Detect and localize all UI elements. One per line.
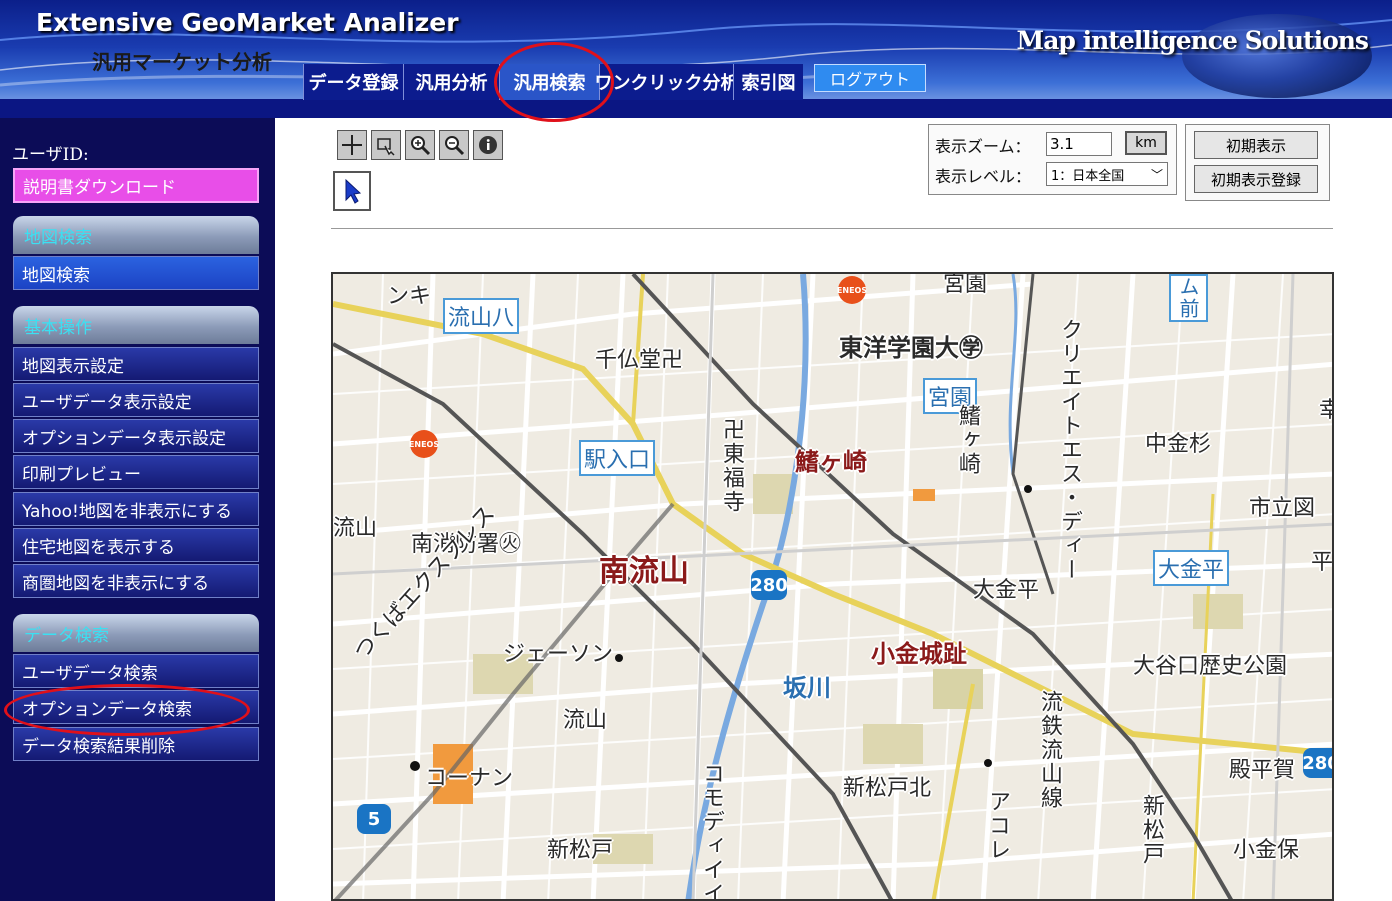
zoom-in-icon[interactable] [405,130,435,160]
section-header-data-search: データ検索 [13,614,259,652]
user-id-label: ユーザID: [12,145,89,165]
header-bottom-bar [0,99,1392,118]
app-header: Extensive GeoMarket Analizer 汎用マーケット分析 M… [0,0,1392,118]
map-label: 卍東福寺 [719,418,744,514]
zoom-out-icon[interactable] [439,130,469,160]
tab-one-click-analysis[interactable]: ワンクリック分析 [595,64,739,100]
map-label-bus-stop: 流山八 [443,298,520,334]
map-label: 幸 [1319,392,1332,424]
map-label: 小金保 [1233,838,1300,863]
hide-yahoo-map-button[interactable]: Yahoo!地図を非表示にする [13,492,259,526]
show-residential-map-button[interactable]: 住宅地図を表示する [13,528,259,562]
hide-trade-area-map-button[interactable]: 商圏地図を非表示にする [13,564,259,598]
map-label-station: 鰭ヶ崎 [795,448,867,476]
eneos-gas-station-icon: ENEOS [837,276,867,304]
clear-search-results-button[interactable]: データ検索結果削除 [13,727,259,761]
tab-general-search[interactable]: 汎用検索 [499,64,599,100]
map-label: 中金杉 [1145,432,1212,457]
level-label: 表示レベル： [935,167,1032,186]
zoom-panel: 表示ズーム： km 表示レベル： 1：日本全国 ﹀ [928,124,1177,195]
section-header-basic-ops: 基本操作 [13,306,259,344]
map-label: クリエイトエス・ディー [1057,318,1082,582]
tab-general-analysis[interactable]: 汎用分析 [403,64,499,100]
map-label: 流山 [563,708,608,733]
map-label: 新松戸 [547,838,614,863]
user-data-search-button[interactable]: ユーザデータ検索 [13,654,259,688]
map-label-bus-stop: 駅入口 [579,440,656,476]
map-label: ンキ [387,284,432,309]
map-label: 東洋学園大㊫ [839,334,983,362]
display-level-select[interactable]: 1：日本全国 ﹀ [1046,162,1168,186]
map-label: アコレ [985,790,1010,862]
map-base-layer [333,274,1332,899]
map-label-bus-stop: 大金平 [1153,550,1230,586]
map-toolbar [337,130,503,160]
map-label-rail-line: 流鉄流山線 [1037,690,1062,810]
map-label: ジェーソン [503,642,614,667]
map-label: 千仏堂卍 [595,348,684,373]
map-label-station: 小金城趾 [871,640,967,668]
map-label-station: 南流山 [599,554,689,589]
brand-logo-text: Map intelligence Solutions [1016,26,1369,55]
map-label: 大谷口歴史公園 [1133,654,1288,679]
map-label: コーナン [425,766,514,791]
section-header-map-search: 地図検索 [13,216,259,254]
map-canvas[interactable]: ENEOS ENEOS ンキ 流山八 千仏堂卍 東洋学園大㊫ 宮園 駅入口 卍東… [331,272,1334,901]
km-unit-button[interactable]: km [1125,131,1167,155]
route-5-shield: 5 [357,804,391,834]
pointer-arrow-icon[interactable] [333,171,371,211]
zoom-label: 表示ズーム： [935,137,1031,156]
map-label: 平 [1311,550,1334,575]
map-label: 流山 [333,516,378,541]
app-title: Extensive GeoMarket Analizer [36,8,459,37]
sidebar: ユーザID: 説明書ダウンロード 地図検索 地図検索 基本操作 地図表示設定 ユ… [0,118,275,901]
map-display-settings-button[interactable]: 地図表示設定 [13,347,259,381]
crosshair-icon[interactable] [337,130,367,160]
logout-button[interactable]: ログアウト [814,64,926,92]
user-data-display-settings-button[interactable]: ユーザデータ表示設定 [13,383,259,417]
print-preview-button[interactable]: 印刷プレビュー [13,455,259,489]
tab-data-registration[interactable]: データ登録 [303,64,403,100]
map-label: 市立図 [1249,496,1316,521]
option-data-search-button[interactable]: オプションデータ検索 [13,690,259,724]
map-search-button[interactable]: 地図検索 [13,256,259,290]
map-label-bus-stop: ム前 [1169,274,1208,322]
reset-view-button[interactable]: 初期表示 [1194,131,1318,159]
zoom-input[interactable] [1046,132,1112,156]
map-label: コモディイイダ [699,762,724,901]
manual-download-button[interactable]: 説明書ダウンロード [13,168,259,203]
initial-view-panel: 初期表示 初期表示登録 [1185,124,1330,201]
map-label: 鰭ヶ崎 [955,404,980,476]
route-280-shield: 280 [750,570,788,600]
eneos-gas-station-icon: ENEOS [409,430,439,458]
register-view-button[interactable]: 初期表示登録 [1194,165,1318,193]
map-label: 殿平賀 [1229,758,1296,783]
chevron-down-icon: ﹀ [1150,168,1163,182]
map-label: 宮園 [943,272,988,297]
option-data-display-settings-button[interactable]: オプションデータ表示設定 [13,419,259,453]
info-icon[interactable] [473,130,503,160]
pan-hand-icon[interactable] [371,130,401,160]
route-280-shield: 280 [1302,748,1332,778]
tab-index-map[interactable]: 索引図 [733,64,803,100]
map-label: 新松戸北 [843,776,932,801]
main-tabs: データ登録 汎用分析 汎用検索 ワンクリック分析 索引図 [303,64,803,100]
map-label: 大金平 [973,578,1040,603]
app-subtitle: 汎用マーケット分析 [92,50,272,74]
map-label: 新松戸 [1139,794,1164,866]
divider [331,228,1333,229]
map-label-river: 坂川 [783,674,831,702]
display-level-value: 1：日本全国 [1051,168,1125,184]
